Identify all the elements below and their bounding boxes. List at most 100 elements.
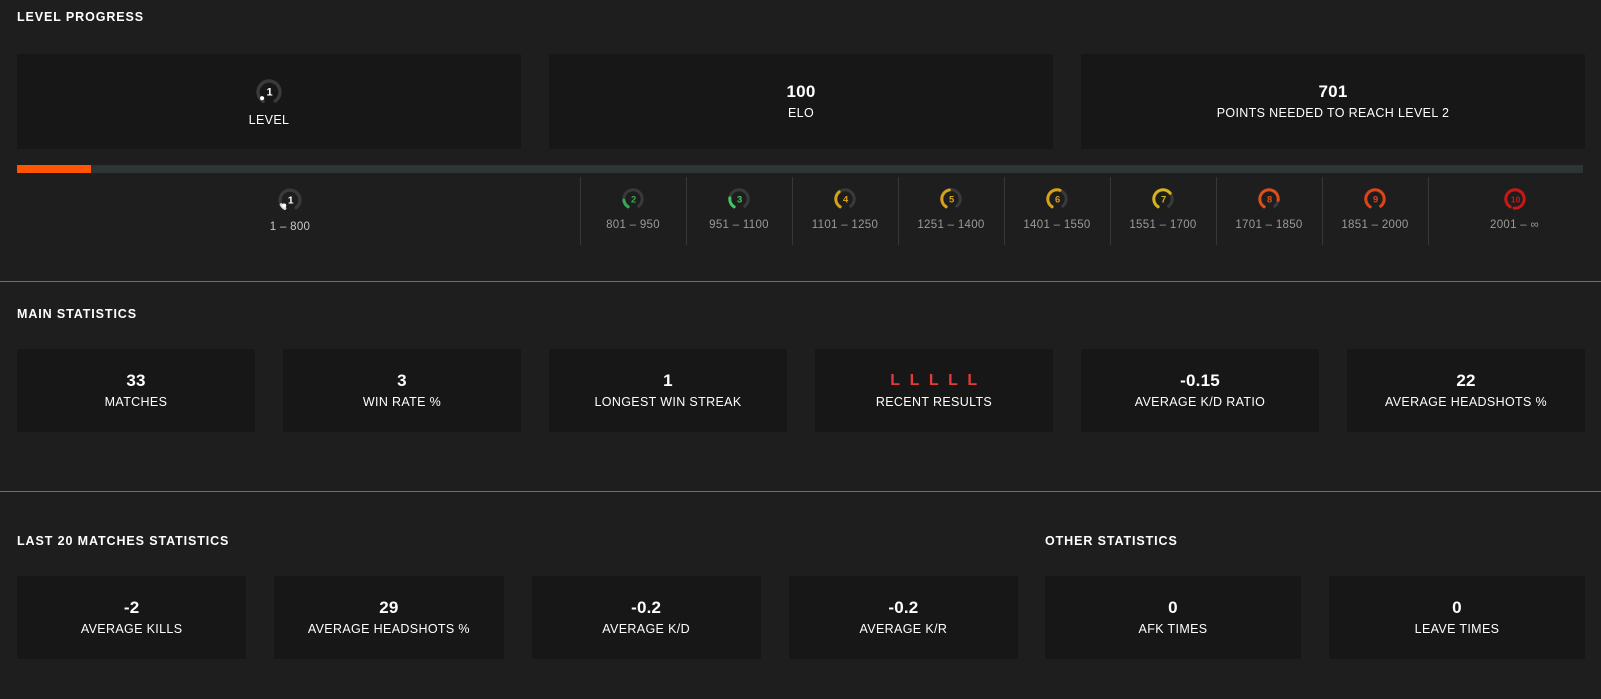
- last20-stat-card[interactable]: -0.2 AVERAGE K/D: [531, 576, 761, 659]
- main-stat-card[interactable]: 22 AVERAGE HEADSHOTS %: [1347, 349, 1585, 432]
- tier-badge-number: 4: [843, 193, 849, 204]
- level-badge-icon: 1: [256, 79, 282, 105]
- level-progress-heading: LEVEL PROGRESS: [17, 10, 144, 24]
- other-stat-card[interactable]: 0 LEAVE TIMES: [1329, 576, 1585, 659]
- other-statistics-heading: OTHER STATISTICS: [1045, 534, 1178, 548]
- main-stat-card[interactable]: L L L L L RECENT RESULTS: [815, 349, 1053, 432]
- last20-stat-label: AVERAGE K/D: [602, 622, 690, 637]
- tier-badge-number: 10: [1510, 194, 1520, 204]
- level-summary-cards: 1 LEVEL 100 ELO 701 POINTS NEEDED TO REA…: [17, 54, 1585, 149]
- level-tier-2[interactable]: 2 801 – 950: [580, 177, 686, 245]
- main-stat-value: 1: [663, 370, 673, 390]
- elo-label: ELO: [787, 106, 815, 121]
- level-tier-9[interactable]: 9 1851 – 2000: [1322, 177, 1428, 245]
- tier-range-label: 1851 – 2000: [1341, 219, 1409, 231]
- faceit-stats-page: LEVEL PROGRESS 1 LEVEL 100 ELO 701 POINT…: [0, 0, 1601, 699]
- main-stat-card[interactable]: 3 WIN RATE %: [283, 349, 521, 432]
- other-stat-label: AFK TIMES: [1138, 622, 1208, 637]
- main-stat-value: -0.15: [1180, 370, 1220, 390]
- last20-stat-card[interactable]: -2 AVERAGE KILLS: [17, 576, 247, 659]
- tier-badge-icon-8: 8: [1258, 188, 1280, 210]
- tier-badge-number: 6: [1055, 193, 1060, 204]
- main-stat-value: 3: [397, 370, 407, 390]
- tier-range-label: 1551 – 1700: [1129, 219, 1197, 231]
- elo-progress-fill: [17, 165, 91, 173]
- level-tier-4[interactable]: 4 1101 – 1250: [792, 177, 898, 245]
- level-tier-6[interactable]: 6 1401 – 1550: [1004, 177, 1110, 245]
- last20-stat-value: 29: [379, 597, 399, 617]
- last20-stat-value: -0.2: [631, 597, 662, 617]
- recent-result-loss: L: [890, 372, 901, 389]
- recent-result-loss: L: [967, 372, 978, 389]
- tier-badge-icon-1: 1: [278, 188, 302, 212]
- tier-badge-icon-6: 6: [1046, 188, 1068, 210]
- main-stat-label: AVERAGE K/D RATIO: [1134, 395, 1266, 410]
- tier-badge-number: 2: [631, 193, 636, 204]
- tier-badge-number: 5: [949, 193, 954, 204]
- tier-range-label: 1251 – 1400: [917, 219, 985, 231]
- tier-badge-number: 9: [1373, 193, 1378, 204]
- main-statistics-heading: MAIN STATISTICS: [17, 307, 137, 321]
- main-stat-label: WIN RATE %: [362, 395, 442, 410]
- elo-value: 100: [786, 81, 816, 101]
- main-stat-label: MATCHES: [104, 395, 168, 410]
- tier-badge-icon-2: 2: [622, 188, 644, 210]
- last20-stat-value: -0.2: [888, 597, 919, 617]
- tier-range-label: 1 – 800: [269, 221, 311, 233]
- tier-badge-icon-10: 10: [1503, 188, 1526, 210]
- level-card[interactable]: 1 LEVEL: [17, 54, 521, 149]
- last20-stat-label: AVERAGE KILLS: [80, 622, 183, 637]
- tier-range-label: 951 – 1100: [709, 219, 769, 231]
- level-card-label: LEVEL: [248, 113, 290, 127]
- last20-stat-label: AVERAGE K/R: [859, 622, 948, 637]
- last20-stat-card[interactable]: 29 AVERAGE HEADSHOTS %: [274, 576, 504, 659]
- tier-badge-icon-7: 7: [1152, 188, 1174, 210]
- main-stat-label: AVERAGE HEADSHOTS %: [1384, 395, 1547, 410]
- other-stat-value: 0: [1452, 597, 1462, 617]
- last20-stat-value: -2: [123, 597, 140, 617]
- bottom-statistics-area: LAST 20 MATCHES STATISTICS OTHER STATIST…: [0, 492, 1601, 699]
- elo-progress-track: [17, 165, 1583, 173]
- main-statistics-section: MAIN STATISTICS 33 MATCHES 3 WIN RATE % 1 LON…: [0, 282, 1601, 492]
- recent-result-loss: L: [948, 372, 959, 389]
- tier-badge-icon-9: 9: [1364, 188, 1386, 210]
- level-tier-5[interactable]: 5 1251 – 1400: [898, 177, 1004, 245]
- tier-range-label: 1401 – 1550: [1023, 219, 1091, 231]
- level-tier-strip: 1 1 – 800 2 801 – 950 3 951 – 1100 4 1101 – 125…: [0, 177, 1601, 245]
- recent-result-loss: L: [909, 372, 920, 389]
- recent-result-loss: L: [928, 372, 940, 389]
- main-stat-value: 33: [126, 370, 146, 390]
- elo-card[interactable]: 100 ELO: [549, 54, 1053, 149]
- points-needed-label: POINTS NEEDED TO REACH LEVEL 2: [1216, 106, 1450, 121]
- tier-badge-number: 8: [1267, 193, 1272, 204]
- level-progress-section: LEVEL PROGRESS 1 LEVEL 100 ELO 701 POINT…: [0, 0, 1601, 282]
- level-tier-1[interactable]: 1 1 – 800: [0, 177, 580, 245]
- tier-badge-icon-3: 3: [728, 188, 750, 210]
- level-tier-3[interactable]: 3 951 – 1100: [686, 177, 792, 245]
- other-stat-value: 0: [1168, 597, 1178, 617]
- points-needed-value: 701: [1318, 81, 1348, 101]
- other-stat-card[interactable]: 0 AFK TIMES: [1045, 576, 1301, 659]
- main-stat-card[interactable]: -0.15 AVERAGE K/D RATIO: [1081, 349, 1319, 432]
- main-statistics-cards: 33 MATCHES 3 WIN RATE % 1 LONGEST WIN STREAK L…: [17, 349, 1585, 432]
- level-tier-10[interactable]: 10 2001 – ∞: [1428, 177, 1601, 245]
- other-stat-label: LEAVE TIMES: [1414, 622, 1500, 637]
- level-tier-8[interactable]: 8 1701 – 1850: [1216, 177, 1322, 245]
- last20-stat-card[interactable]: -0.2 AVERAGE K/R: [788, 576, 1018, 659]
- tier-range-label: 801 – 950: [606, 219, 660, 231]
- main-stat-label: RECENT RESULTS: [875, 395, 993, 409]
- recent-results-list: LLLLL: [890, 372, 977, 390]
- tier-range-label: 1101 – 1250: [811, 219, 879, 231]
- tier-badge-icon-4: 4: [834, 188, 856, 210]
- level-tier-7[interactable]: 7 1551 – 1700: [1110, 177, 1216, 245]
- level-badge-wrap: 1: [253, 76, 285, 108]
- last-20-matches-cards: -2 AVERAGE KILLS 29 AVERAGE HEADSHOTS % -0.2…: [17, 576, 1018, 659]
- main-stat-card[interactable]: 1 LONGEST WIN STREAK: [549, 349, 787, 432]
- tier-range-label: 1701 – 1850: [1235, 219, 1303, 231]
- main-stat-card[interactable]: 33 MATCHES: [17, 349, 255, 432]
- level-badge-number: 1: [267, 87, 273, 99]
- last-20-matches-heading: LAST 20 MATCHES STATISTICS: [17, 534, 230, 548]
- points-needed-card[interactable]: 701 POINTS NEEDED TO REACH LEVEL 2: [1081, 54, 1585, 149]
- tier-badge-icon-5: 5: [940, 188, 962, 210]
- last20-stat-label: AVERAGE HEADSHOTS %: [307, 622, 470, 637]
